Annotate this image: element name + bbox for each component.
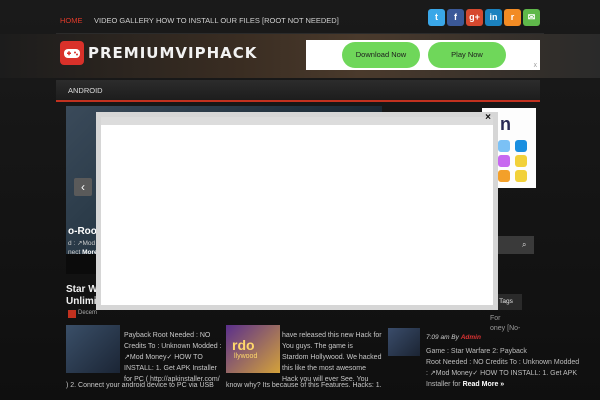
post-excerpt-2-tail: know why? Its because of this Features. … [226, 382, 382, 389]
main-menu: ANDROID [56, 80, 540, 102]
post-excerpt: Payback Root Needed : NO Credits To : Un… [124, 332, 222, 383]
sidebar-post-excerpt: Game : Star Warfare 2: Payback Root Need… [426, 348, 580, 388]
facebook-icon[interactable]: f [447, 9, 464, 26]
sidebar-read-more-link[interactable]: Read More » [463, 381, 505, 388]
thumbnail-letter: n [500, 114, 511, 134]
rss-icon[interactable]: r [504, 9, 521, 26]
nav-how-to-install[interactable]: HOW TO INSTALL OUR FILES [ROOT NOT NEEDE… [156, 16, 339, 25]
post-excerpt-tail: ) 2. Connect your android device to PC v… [66, 382, 214, 389]
download-now-button[interactable]: Download Now [342, 42, 420, 68]
gem-icon [498, 155, 510, 167]
slider-caption-text: d : ↗Mod [68, 240, 96, 247]
post-title[interactable]: Star W Unlimi [66, 284, 98, 308]
slider-prev-button[interactable]: ‹ [74, 178, 92, 196]
ad-choices-icon[interactable]: X [534, 63, 537, 69]
gem-icon [515, 155, 527, 167]
nav-video-gallery[interactable]: VIDEO GALLERY [94, 16, 154, 25]
post-thumbnail-2[interactable]: rdo llywood [226, 325, 280, 373]
email-icon[interactable]: ✉ [523, 9, 540, 26]
sidebar-partial-text: For oney [No- [490, 315, 521, 332]
gamepad-icon [60, 41, 84, 65]
search-icon[interactable]: ⌕ [522, 240, 532, 250]
play-now-button[interactable]: Play Now [428, 42, 506, 68]
social-icons: t f g+ in r ✉ [428, 9, 540, 27]
gem-icon [515, 140, 527, 152]
google-plus-icon[interactable]: g+ [466, 9, 483, 26]
advertisement: Download Now Play Now X [306, 40, 540, 70]
post-thumbnail[interactable] [66, 325, 120, 373]
linkedin-icon[interactable]: in [485, 9, 502, 26]
site-logo[interactable]: PREMIUMVIPHACK [88, 44, 257, 62]
modal-title-bar [101, 117, 493, 125]
post-author[interactable]: Admin [461, 334, 481, 341]
sidebar-post-thumbnail[interactable] [388, 328, 420, 356]
post-date: Decem [78, 310, 98, 316]
thumbnail-subtitle: llywood [234, 353, 258, 360]
twitter-icon[interactable]: t [428, 9, 445, 26]
popup-modal: × [96, 112, 498, 310]
close-icon[interactable]: × [485, 112, 491, 123]
gem-icon [498, 140, 510, 152]
calendar-icon [68, 310, 76, 318]
star-icon [498, 170, 510, 182]
post-excerpt-2: have released this new Hack for You guys… [282, 332, 382, 383]
sidebar-post-meta: 7:09 am By Admin [426, 334, 481, 341]
menu-item-android[interactable]: ANDROID [68, 86, 103, 95]
page: HOME VIDEO GALLERY HOW TO INSTALL OUR FI… [0, 0, 600, 400]
gem-icon [515, 170, 527, 182]
nav-home[interactable]: HOME [60, 16, 83, 25]
thumbnail-title: rdo [232, 337, 255, 353]
